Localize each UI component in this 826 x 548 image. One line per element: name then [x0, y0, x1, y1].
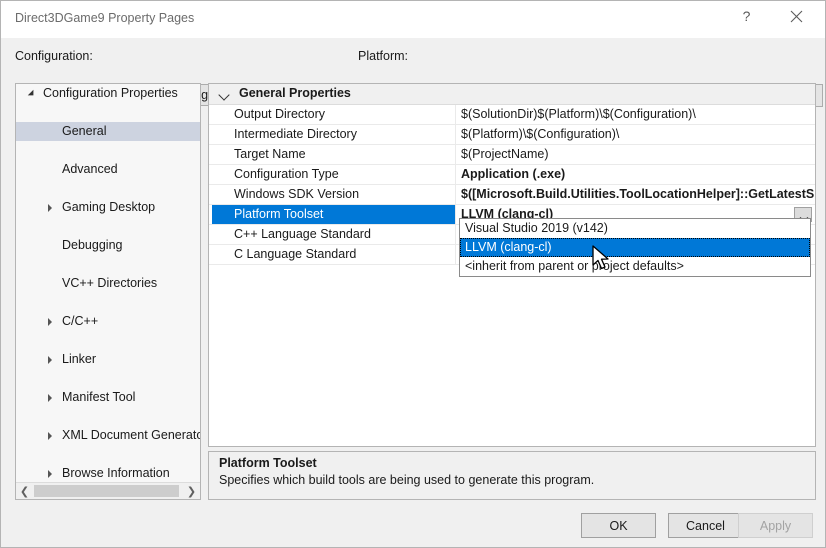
expander-closed-icon[interactable]	[48, 470, 52, 478]
column-divider	[455, 185, 456, 204]
description-text: Specifies which build tools are being us…	[219, 473, 595, 487]
property-name: Platform Toolset	[234, 207, 324, 221]
property-row[interactable]: Intermediate Directory $(Platform)\$(Conf…	[209, 125, 815, 145]
sidebar-item-vc-directories[interactable]: VC++ Directories	[16, 274, 200, 293]
property-value[interactable]: $(Platform)\$(Configuration)\	[461, 127, 619, 141]
window-title: Direct3DGame9 Property Pages	[15, 11, 195, 25]
expander-closed-icon[interactable]	[48, 394, 52, 402]
chevron-down-icon	[218, 89, 230, 101]
sidebar-item-browse-information[interactable]: Browse Information	[16, 464, 200, 482]
sidebar-item-c-c[interactable]: C/C++	[16, 312, 200, 331]
scrollbar-thumb[interactable]	[34, 485, 179, 497]
close-glyph	[790, 10, 803, 22]
close-icon[interactable]	[774, 1, 819, 31]
column-divider	[455, 225, 456, 244]
property-name: Output Directory	[234, 107, 326, 121]
sidebar-item-label: Browse Information	[62, 466, 170, 480]
property-value[interactable]: $(ProjectName)	[461, 147, 549, 161]
title-bar: Direct3DGame9 Property Pages ?	[1, 1, 825, 38]
property-name: Configuration Type	[234, 167, 339, 181]
sidebar-item-label: Manifest Tool	[62, 390, 136, 404]
sidebar-item-label: XML Document Generator	[62, 428, 200, 442]
property-name: Intermediate Directory	[234, 127, 357, 141]
configuration-properties-tree[interactable]: Configuration Properties General Advanced G…	[15, 83, 201, 500]
expander-open-icon[interactable]	[27, 89, 37, 99]
property-pages-dialog: Direct3DGame9 Property Pages ? Configura…	[0, 0, 826, 548]
column-divider	[455, 105, 456, 124]
property-row[interactable]: Windows SDK Version $([Microsoft.Build.Ut…	[209, 185, 815, 205]
scroll-right-icon[interactable]: ❯	[183, 483, 200, 499]
platform-toolset-dropdown-list[interactable]: Visual Studio 2019 (v142) LLVM (clang-cl)…	[459, 218, 811, 277]
sidebar-item-general[interactable]: General	[16, 122, 200, 141]
configuration-bar: Configuration: Active(Debug) Platform: A…	[1, 38, 825, 107]
sidebar-item-label: Configuration Properties	[43, 86, 178, 100]
help-icon[interactable]: ?	[724, 1, 769, 31]
cancel-button[interactable]: Cancel	[668, 513, 743, 538]
dropdown-option[interactable]: <inherit from parent or project defaults…	[460, 257, 810, 276]
scroll-left-icon[interactable]: ❮	[16, 483, 33, 499]
expander-closed-icon[interactable]	[48, 356, 52, 364]
sidebar-item-label: C/C++	[62, 314, 99, 328]
column-divider	[455, 165, 456, 184]
dropdown-option[interactable]: LLVM (clang-cl)	[460, 238, 810, 257]
sidebar-item-configuration-properties[interactable]: Configuration Properties	[16, 84, 200, 103]
sidebar-item-advanced[interactable]: Advanced	[16, 160, 200, 179]
description-pane: Platform Toolset Specifies which build t…	[208, 451, 816, 500]
dialog-footer: OK Cancel Apply	[1, 505, 825, 547]
property-value[interactable]: Application (.exe)	[461, 167, 565, 181]
property-row[interactable]: Target Name $(ProjectName)	[209, 145, 815, 165]
sidebar-item-linker[interactable]: Linker	[16, 350, 200, 369]
expander-closed-icon[interactable]	[48, 204, 52, 212]
property-value[interactable]: $([Microsoft.Build.Utilities.ToolLocatio…	[461, 187, 815, 201]
sidebar-item-label: Gaming Desktop	[62, 200, 156, 214]
property-name: C Language Standard	[234, 247, 357, 261]
property-group-title: General Properties	[239, 86, 351, 100]
expander-closed-icon[interactable]	[48, 432, 52, 440]
apply-button: Apply	[738, 513, 813, 538]
column-divider	[455, 125, 456, 144]
sidebar-item-manifest-tool[interactable]: Manifest Tool	[16, 388, 200, 407]
column-divider	[455, 145, 456, 164]
platform-label: Platform:	[358, 49, 409, 63]
configuration-label: Configuration:	[15, 49, 93, 63]
sidebar-item-label: Linker	[62, 352, 97, 366]
sidebar-item-label: Advanced	[62, 162, 118, 176]
property-group-header[interactable]: General Properties	[209, 84, 815, 105]
tree-items: Configuration Properties General Advanced G…	[16, 84, 200, 482]
tree-horizontal-scrollbar[interactable]: ❮ ❯	[16, 482, 200, 499]
expander-closed-icon[interactable]	[48, 318, 52, 326]
dropdown-option[interactable]: Visual Studio 2019 (v142)	[460, 219, 810, 238]
column-divider	[455, 205, 456, 224]
sidebar-item-debugging[interactable]: Debugging	[16, 236, 200, 255]
column-divider	[455, 245, 456, 264]
property-value[interactable]: $(SolutionDir)$(Platform)\$(Configuratio…	[461, 107, 696, 121]
sidebar-item-label: VC++ Directories	[62, 276, 158, 290]
sidebar-item-label: Debugging	[62, 238, 123, 252]
property-name: C++ Language Standard	[234, 227, 371, 241]
sidebar-item-xml-document-generator[interactable]: XML Document Generator	[16, 426, 200, 445]
property-name: Windows SDK Version	[234, 187, 360, 201]
sidebar-item-label: General	[62, 124, 107, 138]
property-name: Target Name	[234, 147, 306, 161]
description-title: Platform Toolset	[219, 456, 317, 470]
help-glyph: ?	[742, 8, 751, 24]
property-row[interactable]: Configuration Type Application (.exe)	[209, 165, 815, 185]
ok-button[interactable]: OK	[581, 513, 656, 538]
sidebar-item-gaming-desktop[interactable]: Gaming Desktop	[16, 198, 200, 217]
property-row[interactable]: Output Directory $(SolutionDir)$(Platform…	[209, 105, 815, 125]
